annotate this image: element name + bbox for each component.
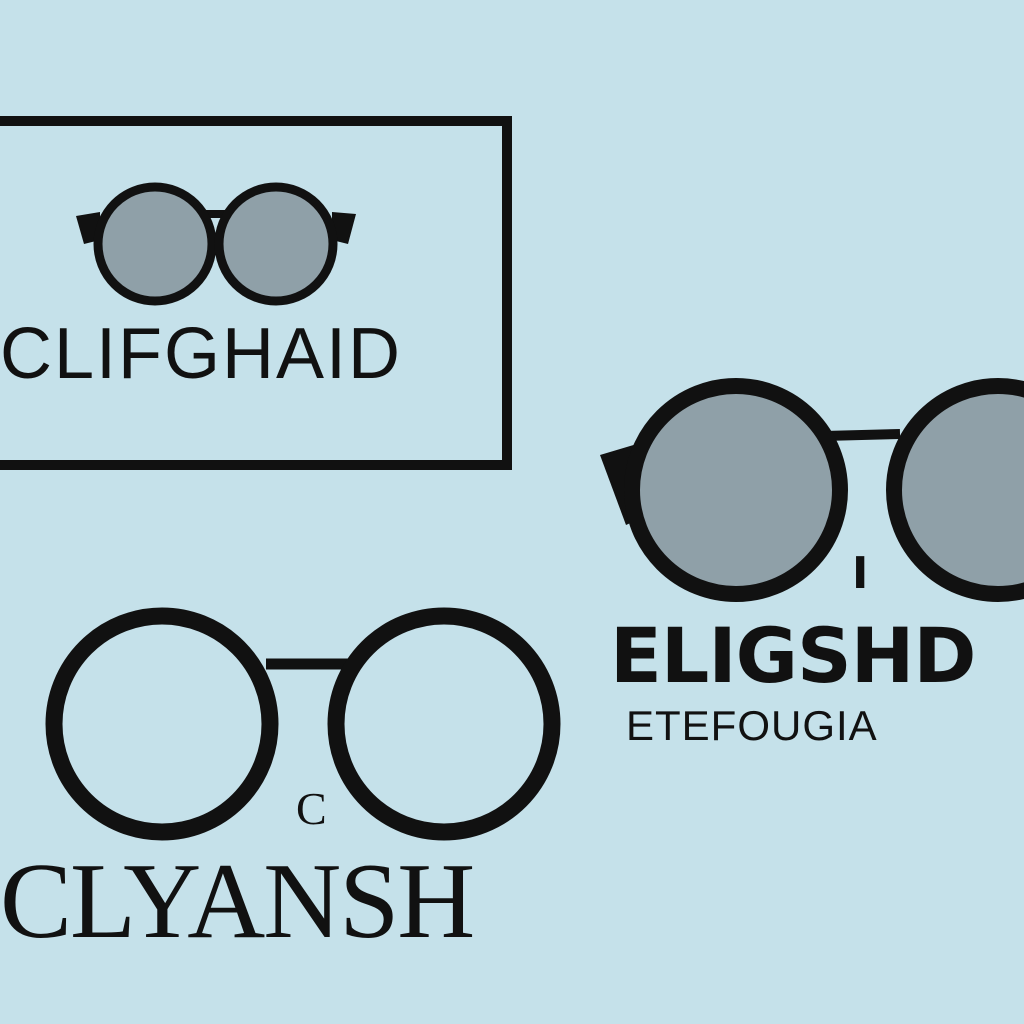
round-sunglasses-icon [600,378,1024,602]
logo-3-wordmark: CLYANSH [0,842,475,961]
logo-2-mark: I [852,548,869,599]
logo-3-mark: C [296,783,327,834]
logo-2-wordmark: ELIGSHD [610,611,976,700]
logo-2-tagline: ETEFOUGIA [626,702,878,749]
round-sunglasses-icon [76,182,356,306]
logo-1-wordmark: CLIFGHAID [0,314,403,394]
